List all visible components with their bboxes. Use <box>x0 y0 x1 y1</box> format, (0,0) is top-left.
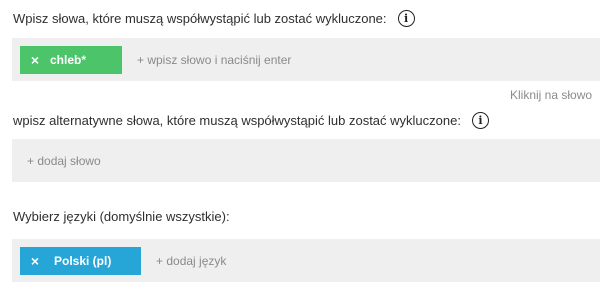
close-icon[interactable]: × <box>20 253 50 269</box>
keyword-filter-form: Wpisz słowa, które muszą współwystąpić l… <box>0 0 600 286</box>
language-chip[interactable]: × Polski (pl) <box>20 246 141 275</box>
info-icon[interactable]: i <box>471 112 489 129</box>
alternative-words-field[interactable] <box>12 139 600 182</box>
alternative-word-input[interactable] <box>27 153 327 168</box>
required-words-field[interactable]: × chleb* <box>12 38 600 81</box>
word-chip-label: chleb* <box>50 52 87 67</box>
language-chip-label: Polski (pl) <box>54 253 112 268</box>
required-words-label: Wpisz słowa, które muszą współwystąpić l… <box>13 11 387 26</box>
required-words-heading: Wpisz słowa, które muszą współwystąpić l… <box>13 10 415 27</box>
alternative-words-label: wpisz alternatywne słowa, które muszą ws… <box>13 113 461 128</box>
languages-heading: Wybierz języki (domyślnie wszystkie): <box>13 209 230 224</box>
close-icon[interactable]: × <box>20 52 50 68</box>
languages-field[interactable]: × Polski (pl) <box>12 239 600 282</box>
languages-label: Wybierz języki (domyślnie wszystkie): <box>13 209 230 224</box>
word-input[interactable] <box>137 52 437 67</box>
word-chip[interactable]: × chleb* <box>20 45 122 74</box>
alternative-words-heading: wpisz alternatywne słowa, które muszą ws… <box>13 112 489 129</box>
language-input[interactable] <box>156 253 406 268</box>
info-icon[interactable]: i <box>397 10 415 27</box>
click-word-hint: Kliknij na słowo <box>510 88 593 102</box>
